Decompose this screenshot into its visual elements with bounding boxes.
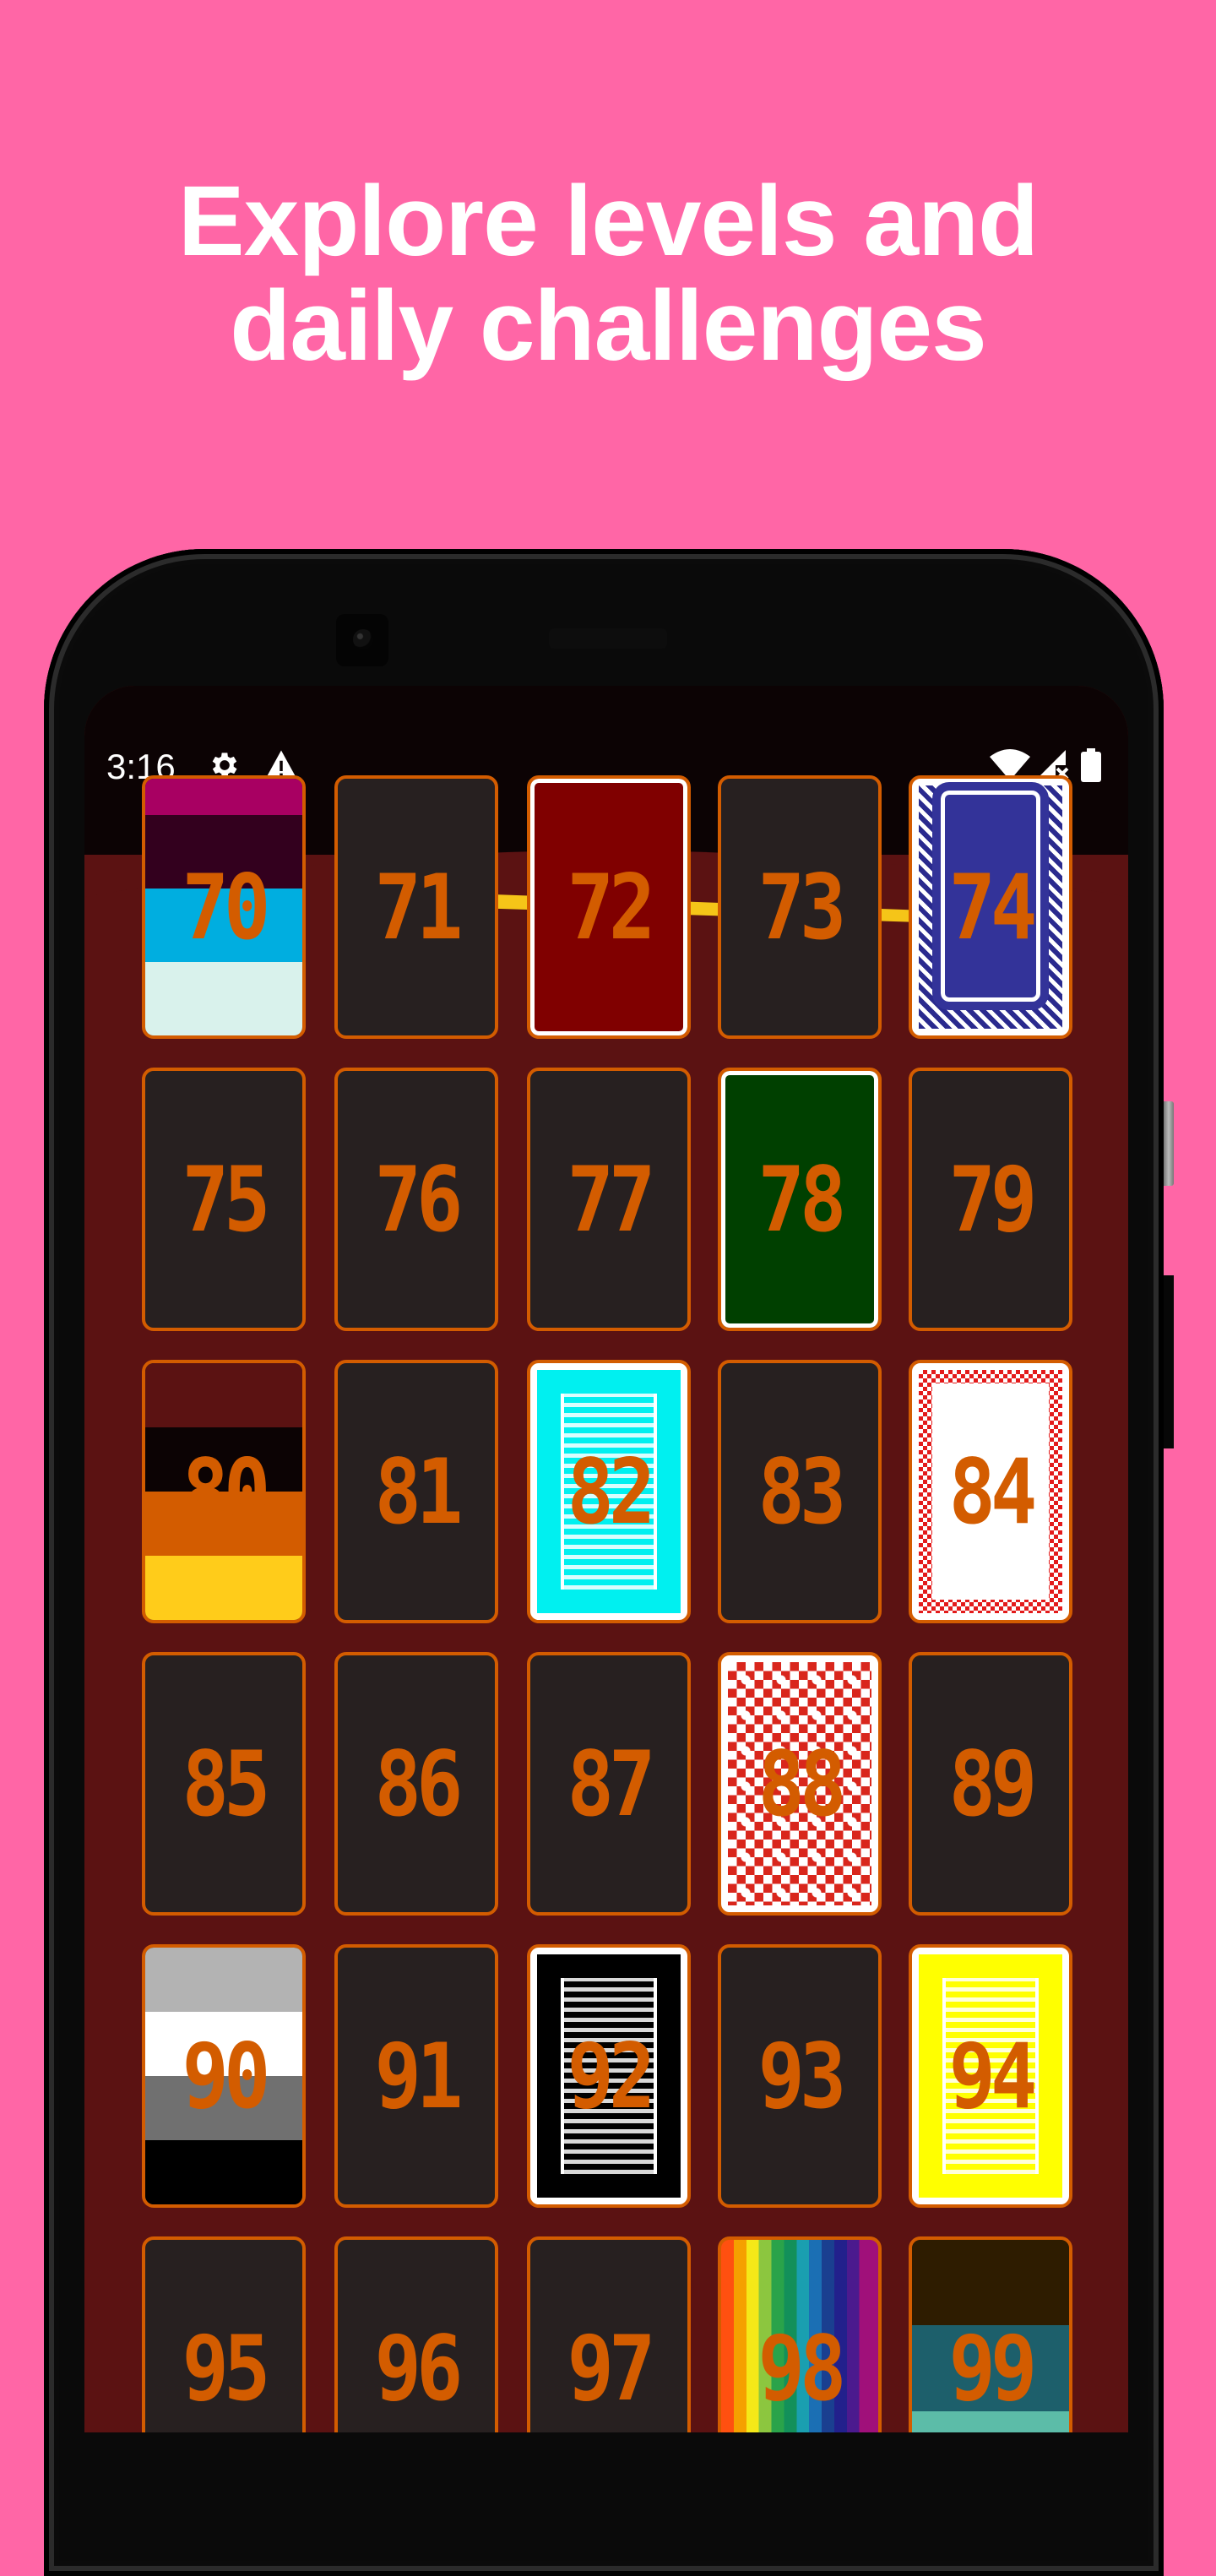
level-card-82[interactable]: 82 [527,1360,691,1623]
level-number: 79 [948,1147,1038,1252]
level-number: 71 [374,855,464,959]
level-number: 99 [948,2316,1038,2421]
level-number: 73 [757,855,847,959]
level-card-84[interactable]: 84 [909,1360,1072,1623]
level-card-73[interactable]: 73 [718,775,882,1039]
level-card-77[interactable]: 77 [527,1068,691,1331]
level-card-92[interactable]: 92 [527,1944,691,2208]
level-card-97[interactable]: 97 [527,2236,691,2432]
level-card-86[interactable]: 86 [334,1652,498,1916]
level-card-74[interactable]: 74 [909,775,1072,1039]
level-card-91[interactable]: 91 [334,1944,498,2208]
level-number: 85 [182,1731,271,1836]
level-number: 91 [374,2024,464,2128]
level-number: 81 [374,1439,464,1544]
level-card-80[interactable]: 80 [142,1360,306,1623]
level-number: 97 [567,2316,656,2421]
level-card-76[interactable]: 76 [334,1068,498,1331]
level-card-96[interactable]: 96 [334,2236,498,2432]
level-number: 92 [567,2024,656,2128]
level-number: 82 [567,1439,656,1544]
level-card-85[interactable]: 85 [142,1652,306,1916]
level-number: 96 [374,2316,464,2421]
level-card-81[interactable]: 81 [334,1360,498,1623]
level-number: 76 [374,1147,464,1252]
earpiece-speaker [549,628,667,649]
level-number: 74 [948,855,1038,959]
level-number: 88 [757,1731,847,1836]
level-card-90[interactable]: 90 [142,1944,306,2208]
level-card-79[interactable]: 79 [909,1068,1072,1331]
level-card-83[interactable]: 83 [718,1360,882,1623]
level-number: 89 [948,1731,1038,1836]
phone-volume-button [1164,1101,1174,1186]
level-card-98[interactable]: 98 [718,2236,882,2432]
level-card-89[interactable]: 89 [909,1652,1072,1916]
level-number: 98 [757,2316,847,2421]
headline-line-2: daily challenges [230,270,987,382]
level-card-72[interactable]: 72 [527,775,691,1039]
level-number: 83 [757,1439,847,1544]
level-number: 77 [567,1147,656,1252]
level-number: 80 [182,1439,271,1544]
level-card-87[interactable]: 87 [527,1652,691,1916]
app-screen: 3:16 70 71 72 73 74 75 76 77 78 79 80 81 82 83 84 85 86 8… [84,686,1128,2432]
level-number: 95 [182,2316,271,2421]
front-camera [336,614,388,666]
level-number: 70 [182,855,271,959]
headline: Explore levels and daily challenges [0,169,1216,378]
level-number: 72 [567,855,656,959]
level-number: 86 [374,1731,464,1836]
phone-power-button [1164,1275,1174,1448]
level-card-93[interactable]: 93 [718,1944,882,2208]
level-number: 78 [757,1147,847,1252]
level-card-71[interactable]: 71 [334,775,498,1039]
level-card-99[interactable]: 99 [909,2236,1072,2432]
level-number: 94 [948,2024,1038,2128]
battery-icon [1081,748,1101,786]
level-number: 75 [182,1147,271,1252]
level-card-88[interactable]: 88 [718,1652,882,1916]
level-number: 93 [757,2024,847,2128]
headline-line-1: Explore levels and [177,166,1039,277]
level-card-95[interactable]: 95 [142,2236,306,2432]
level-number: 90 [182,2024,271,2128]
level-card-75[interactable]: 75 [142,1068,306,1331]
level-number: 87 [567,1731,656,1836]
level-card-94[interactable]: 94 [909,1944,1072,2208]
level-card-70[interactable]: 70 [142,775,306,1039]
level-card-78[interactable]: 78 [718,1068,882,1331]
level-number: 84 [948,1439,1038,1544]
